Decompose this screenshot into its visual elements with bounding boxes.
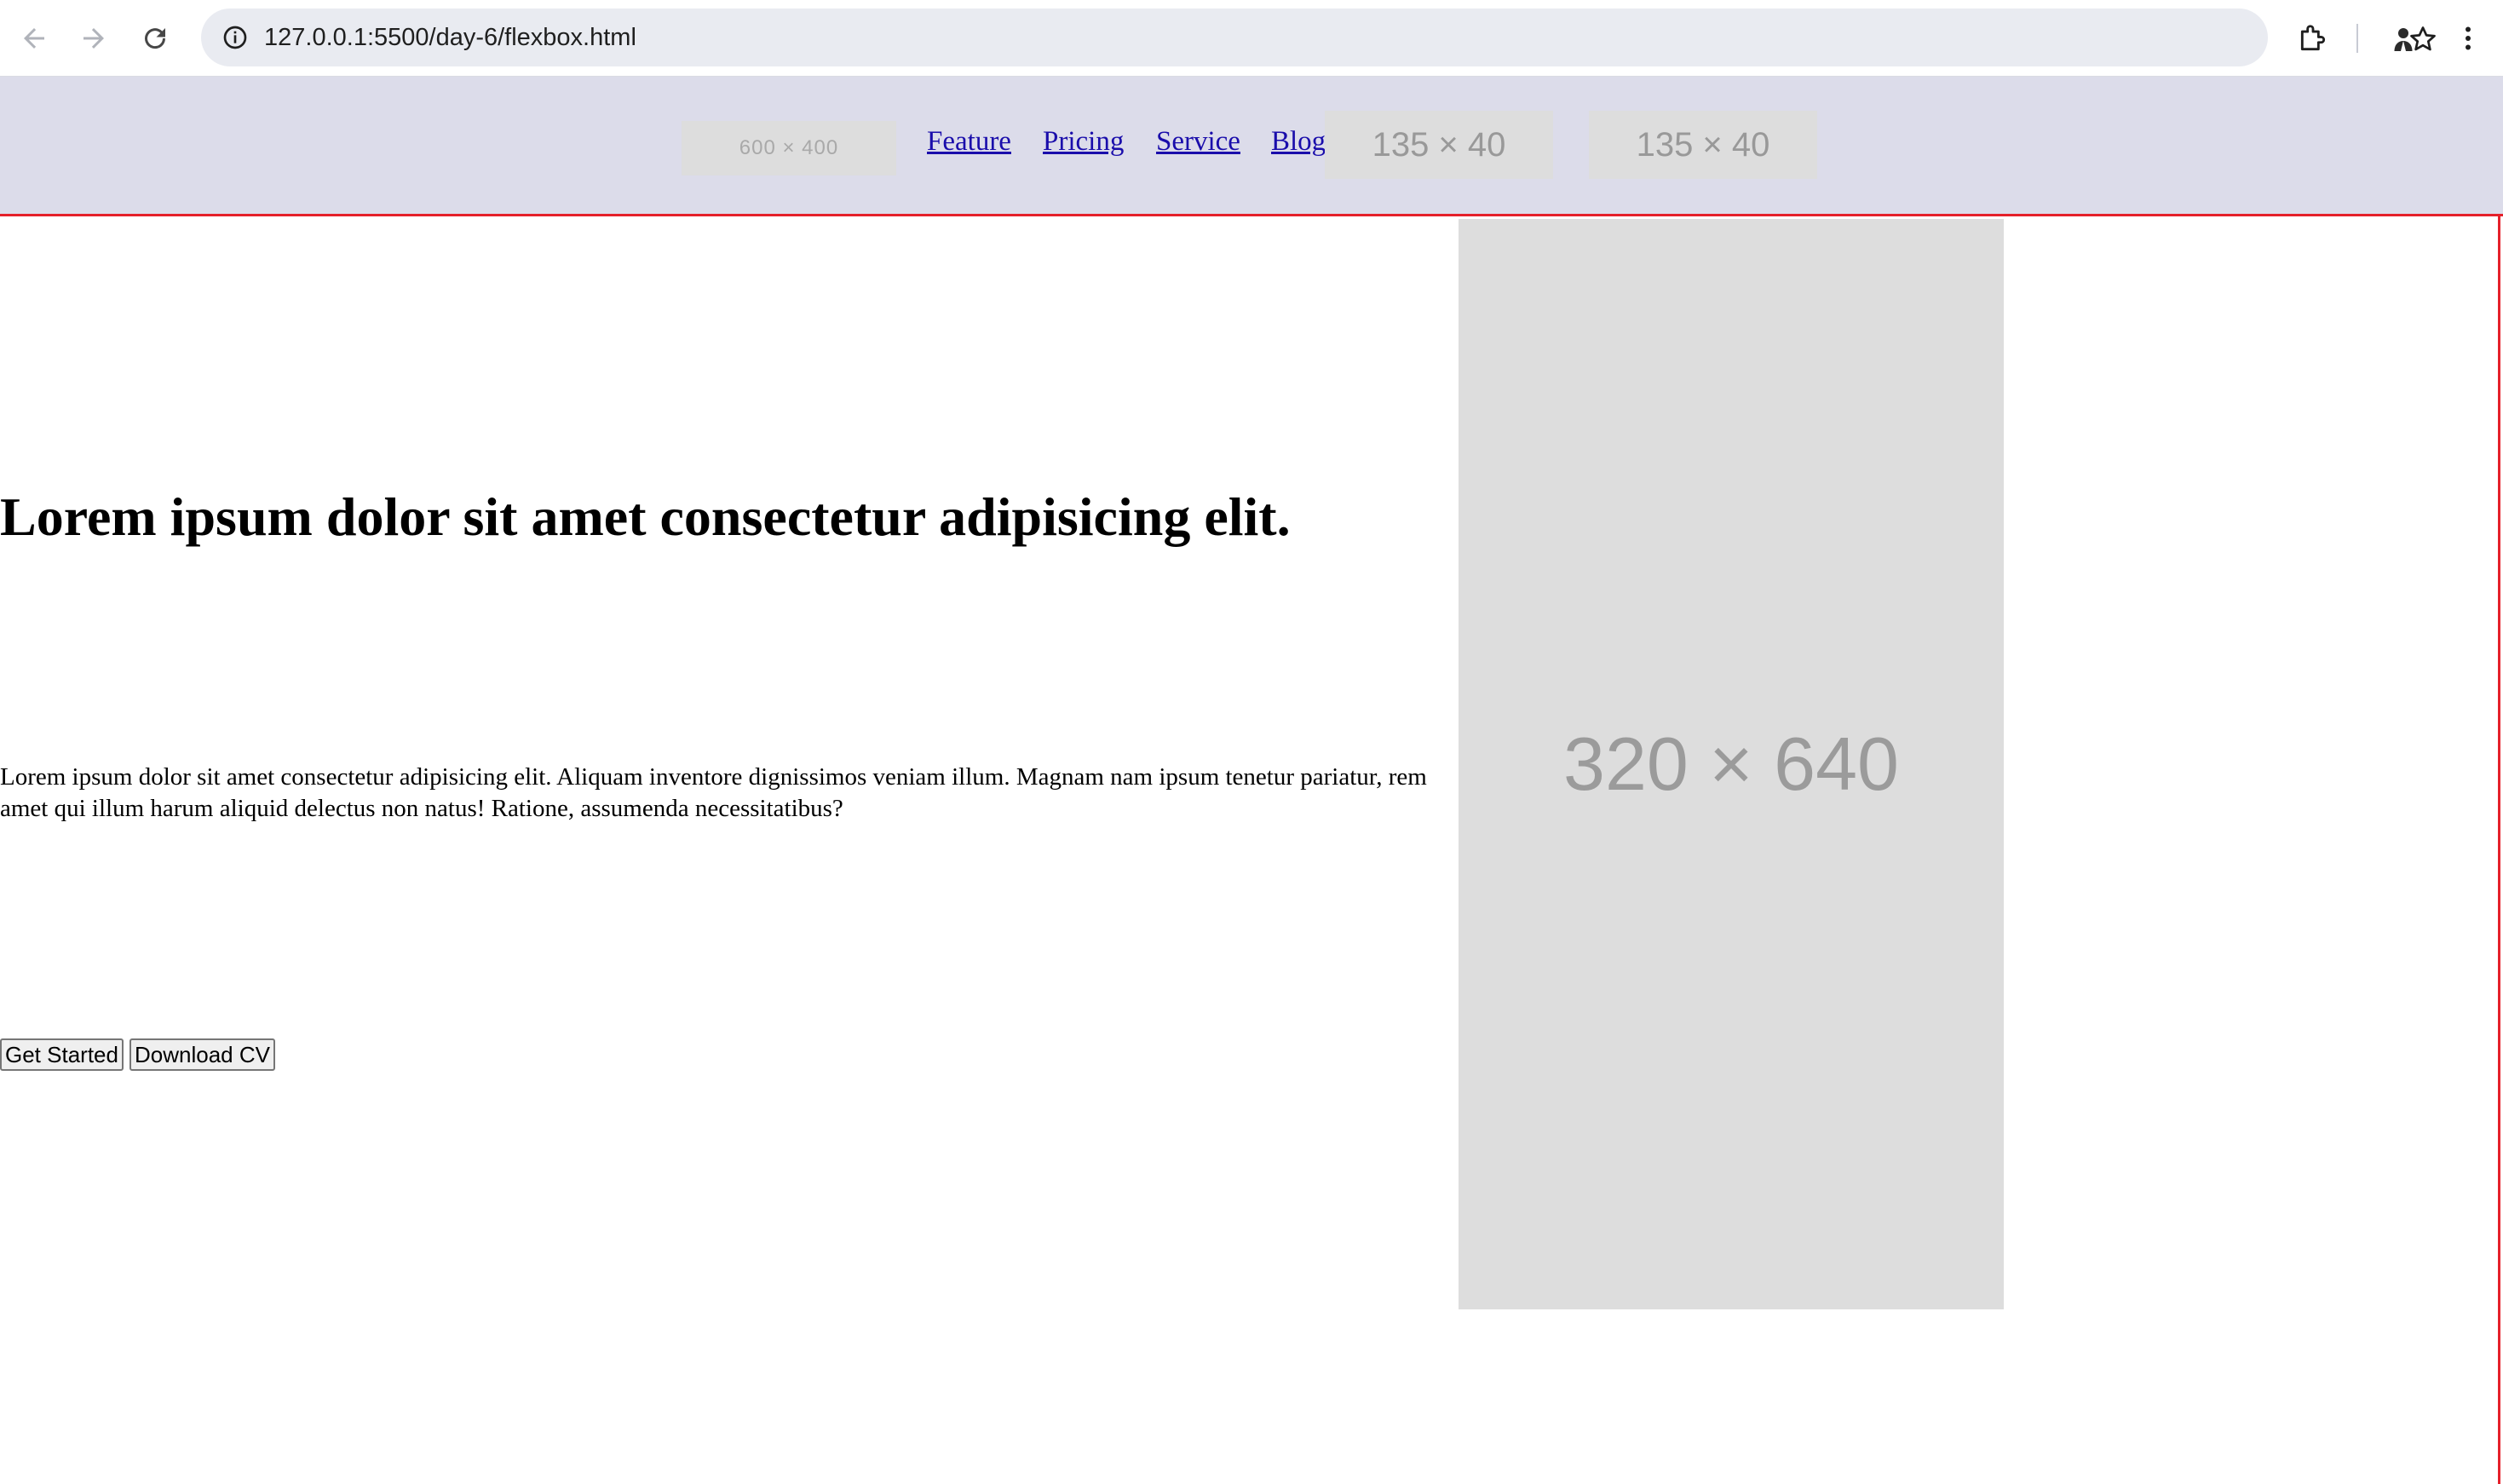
- puzzle-icon: [2300, 25, 2326, 51]
- nav-link-service[interactable]: Service: [1156, 126, 1240, 158]
- nav-link-feature[interactable]: Feature: [927, 126, 1011, 158]
- logo-placeholder: 600 × 400: [682, 121, 896, 175]
- browser-menu-button[interactable]: [2447, 17, 2489, 60]
- arrow-left-icon: [24, 28, 44, 49]
- hero-heading: Lorem ipsum dolor sit amet consectetur a…: [0, 486, 1291, 547]
- hero-paragraph: Lorem ipsum dolor sit amet consectetur a…: [0, 763, 1427, 822]
- arrow-right-icon: [83, 28, 104, 49]
- forward-button[interactable]: [70, 14, 118, 62]
- nav-link-blog[interactable]: Blog: [1271, 126, 1326, 158]
- kebab-menu-icon: [2466, 26, 2471, 50]
- header-button-placeholder-1[interactable]: 135 × 40: [1325, 111, 1553, 179]
- reload-icon: [145, 28, 166, 49]
- extensions-button[interactable]: [2292, 17, 2334, 60]
- avatar-icon: [2394, 28, 2413, 51]
- back-button[interactable]: [10, 14, 58, 62]
- url-text[interactable]: 127.0.0.1:5500/day-6/flexbox.html: [264, 9, 636, 66]
- nav-link-pricing[interactable]: Pricing: [1043, 126, 1124, 158]
- download-cv-button[interactable]: Download CV: [129, 1038, 275, 1071]
- hero-border: [2498, 216, 2500, 1484]
- profile-button[interactable]: [2382, 17, 2425, 60]
- site-info-button[interactable]: [215, 17, 256, 58]
- address-bar[interactable]: 127.0.0.1:5500/day-6/flexbox.html: [201, 9, 2436, 66]
- reload-button[interactable]: [131, 14, 179, 62]
- get-started-button[interactable]: Get Started: [0, 1038, 124, 1071]
- header-button-placeholder-2[interactable]: 135 × 40: [1589, 111, 1817, 179]
- hero-image-placeholder: 320 × 640: [1459, 219, 2004, 1309]
- browser-toolbar: 127.0.0.1:5500/day-6/flexbox.html: [0, 0, 2503, 77]
- toolbar-separator: [2356, 24, 2358, 53]
- info-icon: [223, 26, 247, 49]
- site-header: 600 × 400 Feature Pricing Service Blog 1…: [0, 77, 2503, 216]
